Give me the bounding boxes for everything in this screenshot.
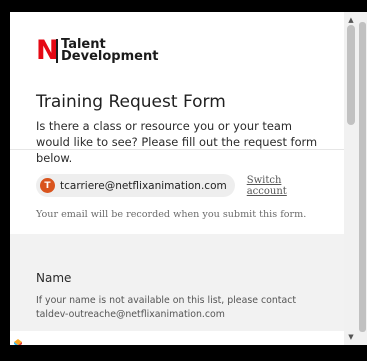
form-frame: N Talent Development Training Request Fo… [10,12,358,345]
forms-app-icon [13,333,23,345]
scroll-down-arrow-icon[interactable]: ▼ [347,333,355,341]
account-email: tcarriere@netflixanimation.com [60,179,227,192]
inner-scrollbar[interactable]: ▲ ▼ [344,12,358,345]
outer-scrollbar[interactable] [358,12,367,345]
form-header: N Talent Development Training Request Fo… [10,12,344,165]
question-help-text: If your name is not available on this li… [36,295,297,320]
talent-development-logo: N Talent Development [36,37,318,65]
form-title: Training Request Form [36,92,226,112]
logo-line2: Development [61,49,159,64]
account-chip: T tcarriere@netflixanimation.com [36,174,235,197]
logo-divider [56,39,58,63]
account-section: T tcarriere@netflixanimation.com Switch … [10,150,344,234]
outer-scroll-thumb[interactable] [359,22,366,332]
form-content: N Talent Development Training Request Fo… [10,12,344,345]
logo-letter: N [36,35,59,66]
scroll-up-arrow-icon[interactable]: ▲ [347,16,355,24]
logo-text: Talent Development [61,38,159,64]
avatar: T [40,178,55,193]
form-footer [10,331,344,345]
account-row: T tcarriere@netflixanimation.com Switch … [36,174,318,197]
question-title: Name [36,271,72,285]
email-recorded-note: Your email will be recorded when you sub… [36,209,307,220]
switch-account-link[interactable]: Switch account [247,175,318,197]
inner-scroll-thumb[interactable] [347,25,355,125]
question-name: Name If your name is not available on th… [10,234,344,333]
